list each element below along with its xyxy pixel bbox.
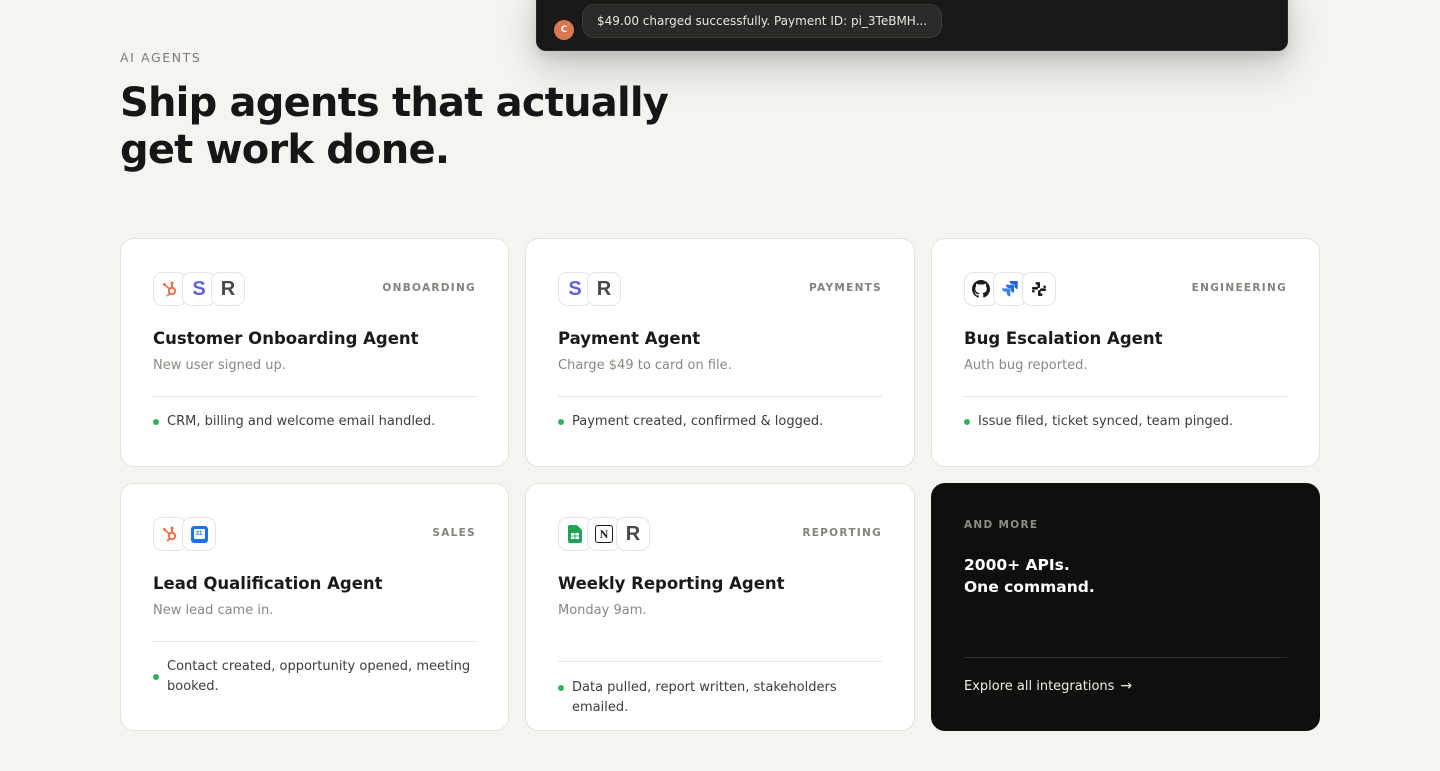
calendar-tile: 31 xyxy=(190,525,208,543)
card-tag: SALES xyxy=(432,527,476,539)
integrations-card: AND MORE 2000+ APIs. One command. Explor… xyxy=(931,483,1320,731)
card-title: Lead Qualification Agent xyxy=(153,574,383,593)
card-result-text: CRM, billing and welcome email handled. xyxy=(167,414,436,429)
chat-message: $49.00 charged successfully. Payment ID:… xyxy=(582,4,943,38)
r-icon: R xyxy=(211,272,245,306)
agent-card-engineering[interactable]: ENGINEERING Bug Escalation Agent Auth bu… xyxy=(931,238,1320,467)
card-result-text: Payment created, confirmed & logged. xyxy=(572,414,824,429)
more-eyebrow: AND MORE xyxy=(964,519,1039,531)
card-divider xyxy=(153,396,476,397)
section-headline: Ship agents that actually get work done. xyxy=(120,80,669,173)
arrow-right-icon: → xyxy=(1120,678,1133,694)
stripe-glyph: S xyxy=(568,277,582,300)
integration-icons xyxy=(964,272,1056,306)
explore-integrations-link[interactable]: Explore all integrations → xyxy=(964,678,1132,694)
card-divider xyxy=(558,396,882,397)
card-trigger: Charge $49 to card on file. xyxy=(558,358,732,373)
r-glyph: R xyxy=(220,277,236,300)
card-result: CRM, billing and welcome email handled. xyxy=(153,412,476,432)
agent-chat-window: C $49.00 charged successfully. Payment I… xyxy=(536,0,1288,51)
card-result-text: Issue filed, ticket synced, team pinged. xyxy=(978,414,1234,429)
r-icon: R xyxy=(587,272,621,306)
card-trigger: Monday 9am. xyxy=(558,603,647,618)
integration-icons: N R xyxy=(558,517,650,551)
status-dot xyxy=(558,419,564,425)
status-dot xyxy=(964,419,970,425)
more-title: 2000+ APIs. One command. xyxy=(964,554,1204,598)
card-trigger: Auth bug reported. xyxy=(964,358,1088,373)
section-eyebrow: AI AGENTS xyxy=(120,50,202,65)
card-tag: REPORTING xyxy=(802,527,882,539)
calendar-day: 31 xyxy=(195,531,203,537)
card-title: Weekly Reporting Agent xyxy=(558,574,785,593)
card-result-text: Contact created, opportunity opened, mee… xyxy=(167,659,471,694)
card-title: Bug Escalation Agent xyxy=(964,329,1163,348)
card-divider xyxy=(153,641,476,642)
slack-icon xyxy=(1022,272,1056,306)
user-avatar: C xyxy=(554,20,574,40)
more-title-line1: 2000+ APIs. xyxy=(964,556,1070,574)
calendar-page: 31 xyxy=(193,529,205,539)
card-tag: PAYMENTS xyxy=(809,282,882,294)
r-glyph: R xyxy=(596,277,612,300)
more-divider xyxy=(964,657,1287,658)
stripe-glyph: S xyxy=(192,277,206,300)
google-calendar-icon: 31 xyxy=(182,517,216,551)
notion-box: N xyxy=(595,525,613,543)
agent-card-payments[interactable]: S R PAYMENTS Payment Agent Charge $49 to… xyxy=(525,238,915,467)
agent-card-onboarding[interactable]: S R ONBOARDING Customer Onboarding Agent… xyxy=(120,238,509,467)
r-icon: R xyxy=(616,517,650,551)
card-divider xyxy=(964,396,1287,397)
card-title: Payment Agent xyxy=(558,329,701,348)
card-result: Issue filed, ticket synced, team pinged. xyxy=(964,412,1287,432)
agent-card-sales[interactable]: 31 SALES Lead Qualification Agent New le… xyxy=(120,483,509,731)
card-result: Data pulled, report written, stakeholder… xyxy=(558,678,882,718)
status-dot xyxy=(153,419,159,425)
integration-icons: 31 xyxy=(153,517,216,551)
card-tag: ONBOARDING xyxy=(382,282,476,294)
card-trigger: New lead came in. xyxy=(153,603,274,618)
explore-integrations-label: Explore all integrations xyxy=(964,678,1115,694)
card-divider xyxy=(558,661,882,662)
card-result-text: Data pulled, report written, stakeholder… xyxy=(572,680,837,715)
notion-glyph: N xyxy=(599,526,609,541)
status-dot xyxy=(153,674,159,680)
integration-icons: S R xyxy=(558,272,621,306)
card-tag: ENGINEERING xyxy=(1191,282,1287,294)
card-result: Contact created, opportunity opened, mee… xyxy=(153,657,476,697)
r-glyph: R xyxy=(625,522,641,545)
agent-card-reporting[interactable]: N R REPORTING Weekly Reporting Agent Mon… xyxy=(525,483,915,731)
card-result: Payment created, confirmed & logged. xyxy=(558,412,882,432)
more-title-line2: One command. xyxy=(964,578,1095,596)
card-title: Customer Onboarding Agent xyxy=(153,329,419,348)
status-dot xyxy=(558,685,564,691)
card-trigger: New user signed up. xyxy=(153,358,286,373)
integration-icons: S R xyxy=(153,272,245,306)
